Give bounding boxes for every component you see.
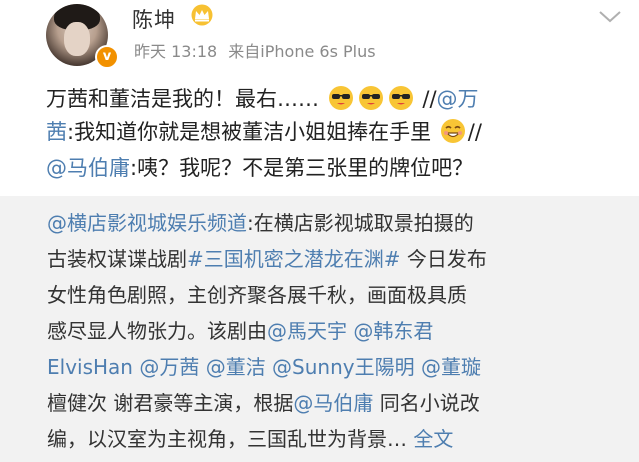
repost-text: 女性角色剧照，主创齐聚各展千秋，画面极具质 <box>47 283 467 307</box>
repost-line: @横店影视城娱乐频道:在横店影视城取景拍摄的 <box>47 209 474 237</box>
grin-emoji-icon <box>440 119 465 143</box>
repost-line: 女性角色剧照，主创齐聚各展千秋，画面极具质 <box>47 281 467 309</box>
repost-text: 今日发布 <box>400 247 487 271</box>
repost-line: 檀健次 谢君豪等主演，根据@马伯庸 同名小说改 <box>47 389 480 417</box>
full-text-link[interactable]: 全文 <box>413 427 453 451</box>
post-text: :我知道你就是想被董洁小姐姐捧在手里 <box>67 120 432 144</box>
repost-text: 古装权谋谍战剧 <box>47 247 187 271</box>
weibo-post: v 陈坤 昨天 13:18 来自iPhone 6s Plus 万茜和董洁是我的！… <box>0 0 639 462</box>
repost-text: 感尽显人物张力。该剧由 <box>47 319 267 343</box>
repost-text: :在横店影视城取景拍摄的 <box>247 211 474 235</box>
repost-text: 檀健次 谢君豪等主演，根据 <box>47 391 294 415</box>
repost-line: 感尽显人物张力。该剧由@馬天宇 @韩东君 <box>47 317 433 345</box>
mention-link[interactable]: @横店影视城娱乐频道 <box>47 211 247 235</box>
author-name[interactable]: 陈坤 <box>132 4 176 34</box>
post-text: :咦？我呢？不是第三张里的牌位吧？ <box>130 156 474 180</box>
post-source[interactable]: 来自iPhone 6s Plus <box>228 42 375 61</box>
post-text: 万茜和董洁是我的！最右…… <box>46 87 319 111</box>
mention-link[interactable]: 茜 <box>46 120 67 144</box>
repost-line: ElvisHan @万茜 @董洁 @Sunny王陽明 @董璇 <box>47 353 481 381</box>
mention-link[interactable]: @韩东君 <box>347 319 433 343</box>
repost-separator: // <box>467 120 482 144</box>
mention-link[interactable]: ElvisHan <box>47 355 133 379</box>
mention-link[interactable]: @董洁 <box>199 355 266 379</box>
repost-separator: // <box>422 87 437 111</box>
verified-badge-icon: v <box>95 45 119 69</box>
post-line-2: 茜:我知道你就是想被董洁小姐姐捧在手里 // <box>46 117 626 147</box>
mention-link[interactable]: @Sunny王陽明 <box>266 355 415 379</box>
sunglasses-emoji-icon <box>328 86 353 110</box>
sunglasses-emoji-icon <box>358 86 383 110</box>
repost-text: 编，以汉室为主视角，三国乱世为背景… <box>47 427 414 451</box>
mention-link[interactable]: @万 <box>437 87 479 111</box>
topic-hashtag[interactable]: #三国机密之潜龙在渊# <box>187 247 401 271</box>
chevron-down-icon[interactable] <box>598 10 622 24</box>
mention-link[interactable]: @马伯庸 <box>293 391 373 415</box>
mention-link[interactable]: @万茜 <box>133 355 199 379</box>
repost-line: 编，以汉室为主视角，三国乱世为背景… 全文 <box>47 425 453 453</box>
mention-link[interactable]: @马伯庸 <box>46 156 130 180</box>
reposted-content[interactable]: @横店影视城娱乐频道:在横店影视城取景拍摄的 古装权谋谍战剧#三国机密之潜龙在渊… <box>0 196 639 462</box>
repost-line: 古装权谋谍战剧#三国机密之潜龙在渊# 今日发布 <box>47 245 487 273</box>
crown-icon <box>191 4 213 26</box>
mention-link[interactable]: @馬天宇 <box>267 319 347 343</box>
repost-text: 同名小说改 <box>373 391 480 415</box>
avatar-face <box>64 22 90 56</box>
post-meta: 昨天 13:18 来自iPhone 6s Plus <box>134 38 382 62</box>
sunglasses-emoji-icon <box>388 86 413 110</box>
mention-link[interactable]: @董璇 <box>415 355 481 379</box>
post-line-1: 万茜和董洁是我的！最右…… //@万 <box>46 84 626 114</box>
post-line-3: @马伯庸:咦？我呢？不是第三张里的牌位吧？ <box>46 153 626 183</box>
post-time: 昨天 13:18 <box>134 42 218 61</box>
